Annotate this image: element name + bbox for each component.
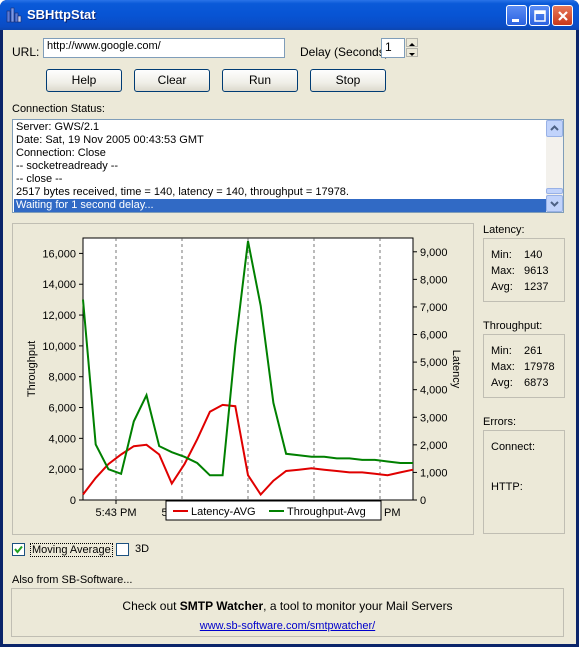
footer-link-row: www.sb-software.com/smtpwatcher/ bbox=[12, 620, 563, 632]
throughput-min-value: 261 bbox=[524, 345, 543, 357]
y-left-axis-label: Throughput bbox=[26, 341, 38, 397]
footer-text: Check out SMTP Watcher, a tool to monito… bbox=[12, 599, 563, 613]
y-left-tick-label: 14,000 bbox=[42, 279, 76, 291]
y-left-tick-label: 4,000 bbox=[48, 433, 76, 445]
latency-max-label: Max: bbox=[491, 265, 515, 277]
y-right-tick-label: 6,000 bbox=[420, 330, 448, 342]
y-left-tick-label: 0 bbox=[70, 495, 76, 507]
y-left-tick-label: 10,000 bbox=[42, 341, 76, 353]
connection-status-list[interactable]: Server: GWS/2.1 Date: Sat, 19 Nov 2005 0… bbox=[12, 119, 564, 213]
y-left-tick-label: 8,000 bbox=[48, 372, 76, 384]
footer-box: Check out SMTP Watcher, a tool to monito… bbox=[11, 588, 564, 637]
help-button[interactable]: Help bbox=[46, 69, 122, 92]
y-right-tick-label: 2,000 bbox=[420, 440, 448, 452]
latency-min-label: Min: bbox=[491, 249, 512, 261]
chart: 0 2,000 4,000 6,000 8,000 10,000 12,000 14,000 1… bbox=[26, 237, 462, 521]
delay-spin-down[interactable] bbox=[406, 48, 418, 57]
clear-button[interactable]: Clear bbox=[134, 69, 210, 92]
throughput-min-label: Min: bbox=[491, 345, 512, 357]
maximize-button[interactable] bbox=[529, 5, 550, 26]
client-area: URL: http://www.google.com/ Delay (Secon… bbox=[3, 30, 576, 644]
errors-http-label: HTTP: bbox=[491, 481, 523, 493]
footer-text-prefix: Check out bbox=[122, 599, 180, 613]
y-right-tick-label: 0 bbox=[420, 495, 426, 507]
scroll-up-button[interactable] bbox=[546, 120, 563, 137]
y-left-tick-label: 6,000 bbox=[48, 403, 76, 415]
y-right-tick-label: 5,000 bbox=[420, 357, 448, 369]
minimize-button[interactable] bbox=[506, 5, 527, 26]
delay-input[interactable]: 1 bbox=[381, 38, 405, 58]
x-tick-label: 5:43 PM bbox=[96, 507, 137, 519]
latency-avg-label: Avg: bbox=[491, 281, 513, 293]
footer-product-name: SMTP Watcher bbox=[179, 599, 264, 613]
y-right-ticks: 0 1,000 2,000 3,000 4,000 5,000 6,000 7,000 8,00… bbox=[413, 247, 448, 507]
scroll-thumb[interactable] bbox=[546, 188, 563, 194]
latency-title: Latency: bbox=[483, 224, 525, 236]
status-line: -- socketreadready -- bbox=[16, 160, 119, 172]
status-line: Connection: Close bbox=[16, 147, 106, 159]
throughput-max-value: 17978 bbox=[524, 361, 555, 373]
footer-title: Also from SB-Software... bbox=[12, 574, 133, 586]
y-right-tick-label: 7,000 bbox=[420, 302, 448, 314]
close-button[interactable] bbox=[552, 5, 573, 26]
app-icon bbox=[6, 7, 22, 23]
legend-throughput-label: Throughput-Avg bbox=[287, 506, 366, 518]
y-right-tick-label: 1,000 bbox=[420, 467, 448, 479]
maximize-icon bbox=[534, 10, 546, 22]
y-right-tick-label: 3,000 bbox=[420, 412, 448, 424]
throughput-stats-box: Min: 261 Max: 17978 Avg: 6873 bbox=[483, 334, 565, 398]
arrow-up-icon bbox=[409, 43, 415, 46]
title-bar[interactable]: SBHttpStat bbox=[0, 0, 579, 30]
chevron-down-icon bbox=[550, 201, 559, 207]
latency-min-value: 140 bbox=[524, 249, 543, 261]
latency-avg-value: 1237 bbox=[524, 281, 549, 293]
status-line: -- close -- bbox=[16, 173, 63, 185]
throughput-avg-label: Avg: bbox=[491, 377, 513, 389]
url-input[interactable]: http://www.google.com/ bbox=[43, 38, 285, 58]
errors-connect-label: Connect: bbox=[491, 441, 536, 453]
moving-average-checkbox[interactable] bbox=[12, 543, 25, 556]
app-window: SBHttpStat URL: http://www.google.com/ D… bbox=[0, 0, 579, 647]
delay-label: Delay (Seconds): bbox=[300, 45, 393, 59]
throughput-max-label: Max: bbox=[491, 361, 515, 373]
moving-average-label[interactable]: Moving Average bbox=[30, 543, 113, 557]
status-line: Server: GWS/2.1 bbox=[16, 121, 100, 133]
window-title: SBHttpStat bbox=[27, 7, 96, 22]
chart-panel: 0 2,000 4,000 6,000 8,000 10,000 12,000 14,000 1… bbox=[12, 223, 474, 535]
throughput-avg-value: 6873 bbox=[524, 377, 549, 389]
y-left-ticks: 0 2,000 4,000 6,000 8,000 10,000 12,000 14,000 1… bbox=[42, 248, 83, 507]
status-line: 2517 bytes received, time = 140, latency… bbox=[16, 186, 349, 198]
footer-text-suffix: , a tool to monitor your Mail Servers bbox=[263, 599, 453, 613]
3d-label[interactable]: 3D bbox=[135, 543, 149, 555]
y-right-tick-label: 9,000 bbox=[420, 247, 448, 259]
checkmark-icon bbox=[14, 545, 23, 554]
stop-button[interactable]: Stop bbox=[310, 69, 386, 92]
y-right-axis-label: Latency bbox=[450, 350, 462, 389]
arrow-down-icon bbox=[409, 53, 415, 56]
y-left-tick-label: 2,000 bbox=[48, 464, 76, 476]
latency-max-value: 9613 bbox=[524, 265, 549, 277]
minimize-icon bbox=[512, 19, 519, 22]
chevron-up-icon bbox=[550, 125, 559, 131]
3d-checkbox[interactable] bbox=[116, 543, 129, 556]
close-icon bbox=[558, 11, 568, 21]
connection-status-label: Connection Status: bbox=[12, 103, 105, 115]
y-right-tick-label: 4,000 bbox=[420, 385, 448, 397]
y-left-tick-label: 12,000 bbox=[42, 310, 76, 322]
legend-latency-label: Latency-AVG bbox=[191, 506, 256, 518]
y-right-tick-label: 8,000 bbox=[420, 274, 448, 286]
scroll-down-button[interactable] bbox=[546, 195, 563, 212]
delay-spin-up[interactable] bbox=[406, 38, 418, 47]
status-line-selected[interactable]: Waiting for 1 second delay... bbox=[14, 199, 547, 212]
latency-stats-box: Min: 140 Max: 9613 Avg: 1237 bbox=[483, 238, 565, 302]
y-left-tick-label: 16,000 bbox=[42, 248, 76, 260]
run-button[interactable]: Run bbox=[222, 69, 298, 92]
status-line: Date: Sat, 19 Nov 2005 00:43:53 GMT bbox=[16, 134, 204, 146]
status-scrollbar[interactable] bbox=[546, 120, 563, 212]
url-label: URL: bbox=[12, 45, 40, 59]
errors-box: Connect: HTTP: bbox=[483, 430, 565, 534]
footer-link[interactable]: www.sb-software.com/smtpwatcher/ bbox=[200, 620, 375, 632]
errors-title: Errors: bbox=[483, 416, 516, 428]
throughput-title: Throughput: bbox=[483, 320, 543, 332]
